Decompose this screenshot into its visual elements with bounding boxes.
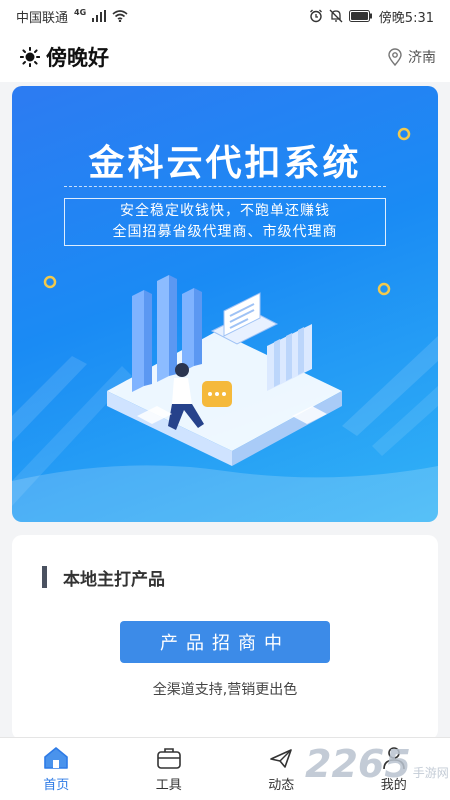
wifi-icon [112,10,128,22]
watermark-text: 手游网 [412,766,449,780]
carrier-label: 中国联通 [16,10,69,26]
banner-subtitle-line1: 安全稳定收钱快，不跑单还赚钱 [120,203,330,219]
status-left: 中国联通 4G [16,7,128,26]
network-label: 4G [74,7,87,17]
app-header: 傍晚好 济南 [0,32,450,82]
greeting-text: 傍晚好 [46,46,109,70]
tab-home[interactable]: 首页 [16,746,96,793]
status-right: 傍晚5:31 [309,7,434,26]
product-heading-text: 本地主打产品 [63,569,165,590]
mute-bell-icon [329,9,343,23]
alarm-icon [309,9,323,23]
toolbox-icon [156,746,182,770]
product-card: 本地主打产品 产品招商中 全渠道支持,营销更出色 [12,535,438,740]
tab-tools-label: 工具 [155,777,182,793]
map-pin-icon [387,48,403,66]
home-icon [43,746,69,770]
greeting: 傍晚好 [20,42,109,72]
banner-divider [64,186,386,187]
battery-icon [348,10,373,22]
location-selector[interactable]: 济南 [387,47,436,67]
tab-home-label: 首页 [43,777,70,793]
recruit-button[interactable]: 产品招商中 [120,621,330,663]
heading-accent-bar [42,566,47,588]
watermark-number: 2265 [305,742,411,786]
sun-icon [20,47,40,67]
banner-subtitle-line2: 全国招募省级代理商、市级代理商 [112,224,338,240]
banner-subtitle-box: 安全稳定收钱快，不跑单还赚钱 全国招募省级代理商、市级代理商 [64,198,386,246]
tab-tools[interactable]: 工具 [129,746,209,793]
tab-news-label: 动态 [268,777,295,793]
signal-icon [92,10,107,22]
status-bar: 中国联通 4G 傍晚5:31 [0,0,450,32]
promo-banner[interactable]: 金科云代扣系统 安全稳定收钱快，不跑单还赚钱 全国招募省级代理商、市级代理商 [12,86,438,522]
location-label: 济南 [408,50,436,66]
product-tagline: 全渠道支持,营销更出色 [152,682,298,698]
clock-label: 傍晚5:31 [378,10,434,26]
site-watermark: 2265 手游网 [305,742,449,786]
banner-title: 金科云代扣系统 [88,143,362,184]
plane-icon [268,746,294,770]
product-heading: 本地主打产品 [42,565,165,590]
